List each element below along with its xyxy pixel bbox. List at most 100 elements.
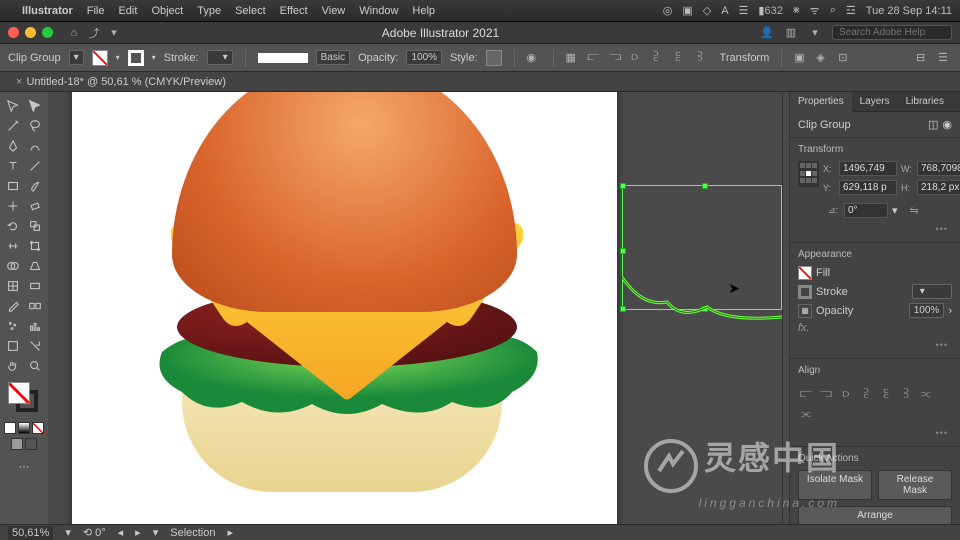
close-window-button[interactable] [8,27,19,38]
isolate-mask-button[interactable]: Isolate Mask [798,470,872,500]
align-hcenter-icon[interactable]: ⫎ [818,386,834,402]
help-search-input[interactable] [832,25,952,40]
pen-tool[interactable] [2,136,24,156]
chevron-down-icon[interactable]: ▾ [116,53,120,62]
canvas[interactable]: ➤ [48,92,782,524]
crop-icon[interactable]: ⊡ [838,51,852,65]
scale-tool[interactable] [24,216,46,236]
type-tool[interactable] [2,156,24,176]
color-mode-gradient[interactable] [18,422,30,434]
user-icon[interactable]: 👤 [760,26,774,40]
color-mode-none[interactable] [32,422,44,434]
more-options-icon[interactable]: ••• [798,222,952,236]
more-options-icon[interactable]: ••• [798,338,952,352]
fx-label[interactable]: fx. [798,322,810,334]
stroke-swatch[interactable] [798,285,812,299]
stroke-profile-preview[interactable] [258,53,308,63]
chevron-down-icon[interactable]: ▾ [152,53,156,62]
panel-menu-icon[interactable]: ⊟ [916,51,930,65]
lasso-tool[interactable] [24,116,46,136]
symbol-sprayer-tool[interactable] [2,316,24,336]
line-tool[interactable] [24,156,46,176]
slice-tool[interactable] [24,336,46,356]
angle-input[interactable] [844,203,888,218]
tab-libraries[interactable]: Libraries [898,92,952,111]
more-options-icon[interactable]: ••• [798,426,952,440]
hand-tool[interactable] [2,356,24,376]
artboard-tool[interactable] [2,336,24,356]
arrange-documents-icon[interactable]: ▥ [784,26,798,40]
align-top-icon[interactable]: ⫔ [858,386,874,402]
document-tab[interactable]: ×Untitled-18* @ 50,61 % (CMYK/Preview) [8,74,234,90]
rectangle-tool[interactable] [2,176,24,196]
free-transform-tool[interactable] [24,236,46,256]
opacity-chevron-icon[interactable]: › [948,305,952,317]
isolate-icon[interactable]: ▣ [794,51,808,65]
search-icon[interactable]: ⌕ [830,4,836,17]
distribute-v-icon[interactable]: ⫘ [798,406,814,422]
align-middle-icon[interactable]: ⫕ [676,51,690,65]
eraser-tool[interactable] [24,196,46,216]
artboard-nav-first-icon[interactable]: ▾ [153,526,159,539]
eyedropper-tool[interactable] [2,296,24,316]
screen-mode-full[interactable] [25,438,37,450]
chevron-down-icon[interactable]: ▾ [107,26,121,40]
clock[interactable]: Tue 28 Sep 14:11 [866,5,952,17]
reference-point-selector[interactable] [798,161,819,187]
angle-dropdown-icon[interactable]: ▾ [892,204,898,217]
menu-type[interactable]: Type [197,5,221,17]
align-bottom-icon[interactable]: ⫖ [898,386,914,402]
tab-properties[interactable]: Properties [790,92,852,112]
curvature-tool[interactable] [24,136,46,156]
menu-edit[interactable]: Edit [118,5,137,17]
edit-contents-icon[interactable]: ◉ [942,118,952,131]
menu-help[interactable]: Help [412,5,435,17]
zoom-level[interactable]: 50,61% [8,526,53,540]
mesh-tool[interactable] [2,276,24,296]
fill-swatch[interactable] [798,266,812,280]
artboard-nav-prev-icon[interactable]: ◂ [118,526,124,539]
selection-nav-icon[interactable]: ▸ [228,526,234,539]
transform-label[interactable]: Transform [720,52,770,64]
stroke-weight-dropdown[interactable]: ▾ [207,50,233,65]
align-vcenter-icon[interactable]: ⫕ [878,386,894,402]
home-icon[interactable]: ⌂ [67,26,81,40]
shape-builder-tool[interactable] [2,256,24,276]
menu-effect[interactable]: Effect [280,5,308,17]
zoom-tool[interactable] [24,356,46,376]
stroke-weight-dropdown[interactable]: ▾ [912,284,952,299]
opacity-input[interactable]: 100% [406,50,442,65]
opacity-value-input[interactable]: 100% [909,303,945,318]
align-icon[interactable]: ▦ [566,51,580,65]
panel-menu-icon[interactable]: ☰ [938,51,952,65]
edit-clip-icon[interactable]: ◫ [928,118,938,131]
rotate-tool[interactable] [2,216,24,236]
tab-layers[interactable]: Layers [852,92,898,111]
screen-mode-normal[interactable] [11,438,23,450]
release-mask-button[interactable]: Release Mask [878,470,952,500]
fill-color[interactable] [8,382,30,404]
menu-object[interactable]: Object [151,5,183,17]
edit-toolbar-icon[interactable]: ⋯ [13,456,35,476]
zoom-dropdown-icon[interactable]: ▾ [65,526,71,539]
menu-file[interactable]: File [87,5,105,17]
app-menu[interactable]: Illustrator [22,5,73,17]
align-right-icon[interactable]: ⫐ [838,386,854,402]
stroke-swatch[interactable] [128,50,144,66]
magic-wand-tool[interactable] [2,116,24,136]
workspace-icon[interactable]: ▾ [808,26,822,40]
selection-tool[interactable] [2,96,24,116]
align-right-icon[interactable]: ⫐ [632,51,646,65]
width-tool[interactable] [2,236,24,256]
gradient-tool[interactable] [24,276,46,296]
shaper-tool[interactable] [2,196,24,216]
control-center-icon[interactable]: ☲ [846,4,856,17]
blend-tool[interactable] [24,296,46,316]
y-input[interactable] [839,180,897,195]
flip-h-icon[interactable]: ⇋ [910,204,919,217]
minimize-window-button[interactable] [25,27,36,38]
align-bottom-icon[interactable]: ⫖ [698,51,712,65]
color-mode-solid[interactable] [4,422,16,434]
stroke-profile-dropdown[interactable]: Basic [316,50,350,65]
paintbrush-tool[interactable] [24,176,46,196]
